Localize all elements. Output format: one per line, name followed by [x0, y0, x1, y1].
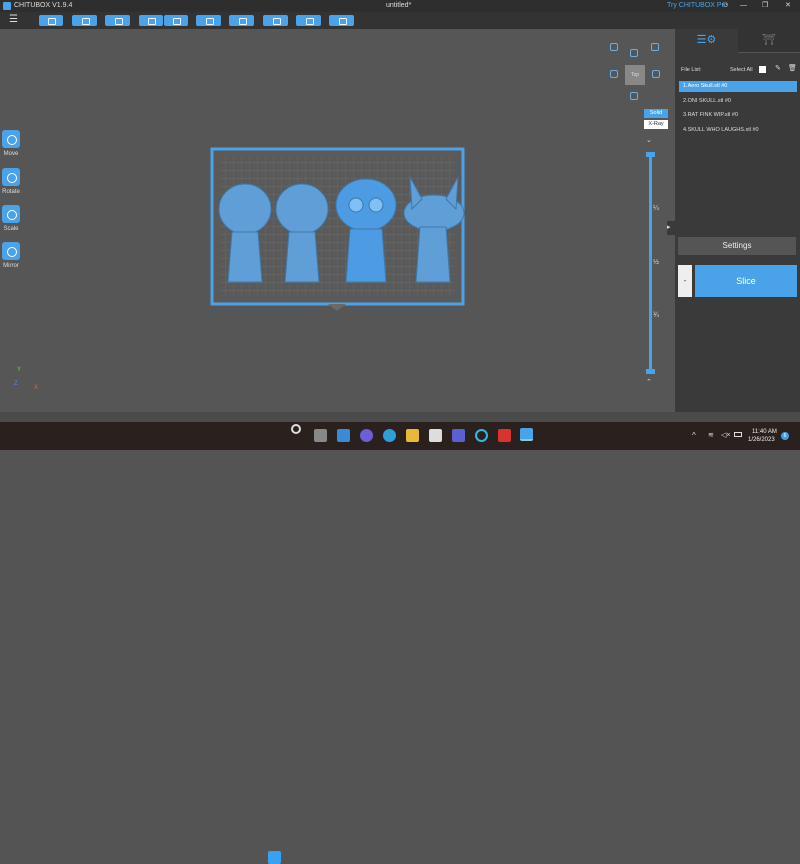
hollow-button[interactable]	[196, 15, 221, 26]
file-list-item[interactable]: 2.ONI SKULL.stl #0	[679, 96, 797, 107]
support-button[interactable]	[229, 15, 254, 26]
app-icon[interactable]	[452, 429, 465, 442]
edge-icon[interactable]	[383, 429, 396, 442]
settings-button[interactable]: Settings	[678, 237, 796, 255]
file-list-item[interactable]: 4.SKULL WHO LAUGHS.stl #0	[679, 125, 797, 136]
support-icon: ⛩	[762, 34, 776, 46]
move-tool[interactable]: Move	[1, 130, 21, 157]
mirror-icon	[2, 242, 20, 260]
tab-settings[interactable]: ☰⚙	[675, 29, 738, 52]
layer-slider-top-handle[interactable]	[646, 152, 655, 157]
rotate-label: Rotate	[2, 189, 20, 195]
rotate-tool[interactable]: Rotate	[1, 168, 21, 195]
scale-tool[interactable]: Scale	[1, 205, 21, 232]
trash-icon[interactable]: 🗑	[788, 64, 797, 72]
close-button[interactable]: ✕	[785, 0, 791, 12]
view-left-icon[interactable]	[610, 70, 618, 78]
layer-slider-track[interactable]	[649, 154, 652, 372]
mirror-label: Mirror	[3, 263, 19, 269]
widgets-icon[interactable]	[337, 429, 350, 442]
chat-icon[interactable]	[360, 429, 373, 442]
mirror-tool[interactable]: Mirror	[1, 242, 21, 269]
minus-button[interactable]: -	[678, 265, 692, 297]
file-list-item[interactable]: 3.RAT FINK WIP.stl #0	[679, 110, 797, 121]
chitubox-taskbar-icon[interactable]	[520, 428, 533, 441]
document-title: untitled*	[386, 2, 412, 9]
axis-y-label: Y	[17, 367, 22, 373]
slider-mark-three-quarter: ¾	[653, 312, 659, 319]
select-all-label: Select All	[730, 67, 753, 73]
clock-date[interactable]: 1/26/2023	[748, 437, 775, 443]
app-title: CHITUBOX V1.9.4	[14, 2, 73, 9]
move-label: Move	[3, 151, 19, 157]
file-list-item[interactable]: 1.Aero Skull.stl #0	[679, 81, 797, 92]
build-plate[interactable]	[210, 147, 466, 315]
volume-muted-icon[interactable]: ◁×	[721, 431, 730, 439]
file-list-title: File List:	[681, 67, 702, 73]
chevron-down-icon[interactable]: ⌄	[646, 136, 652, 144]
drain-hole-button[interactable]	[263, 15, 288, 26]
minimize-button[interactable]: —	[740, 0, 747, 12]
try-pro-link[interactable]: Try CHITUBOX Pro	[667, 0, 728, 12]
view-back-icon[interactable]	[630, 49, 638, 57]
start-icon[interactable]	[268, 851, 281, 864]
undo-button[interactable]	[139, 15, 163, 26]
alexa-icon[interactable]	[475, 429, 488, 442]
move-icon	[2, 130, 20, 148]
status-strip	[0, 412, 800, 422]
open-file-button[interactable]	[39, 15, 63, 26]
axis-z-label: Z	[14, 381, 18, 387]
eye-icon[interactable]	[651, 43, 659, 51]
home-view-icon[interactable]	[610, 43, 618, 51]
chevron-up-icon[interactable]: ⌃	[646, 378, 652, 386]
battery-icon[interactable]	[734, 432, 742, 437]
toolbar: ☰	[0, 12, 800, 29]
slider-mark-quarter: ¼	[653, 205, 659, 212]
scale-icon	[2, 205, 20, 223]
store-icon[interactable]	[429, 429, 442, 442]
menu-icon[interactable]: ☰	[9, 14, 18, 25]
notification-badge[interactable]: 6	[781, 432, 789, 440]
measure-button[interactable]	[329, 15, 354, 26]
search-icon[interactable]	[291, 424, 301, 434]
file-explorer-icon[interactable]	[406, 429, 419, 442]
clock-time[interactable]: 11:40 AM	[752, 429, 777, 435]
wifi-icon[interactable]: ≋	[708, 431, 714, 439]
tray-chevron-icon[interactable]: ^	[692, 431, 696, 440]
scale-label: Scale	[3, 226, 19, 232]
view-front-icon[interactable]	[630, 92, 638, 100]
account-icon[interactable]: ⚇	[722, 0, 728, 12]
layer-slider-bottom-handle[interactable]	[646, 369, 655, 374]
select-all-checkbox[interactable]	[759, 66, 766, 73]
taskbar: ^ ≋ ◁× 11:40 AM 1/26/2023 6	[0, 422, 800, 864]
title-bar: CHITUBOX V1.9.4 untitled* Try CHITUBOX P…	[0, 0, 800, 12]
view-top-button[interactable]: Top	[625, 65, 645, 85]
restore-button[interactable]: ❐	[762, 0, 768, 12]
auto-layout-button[interactable]	[105, 15, 130, 26]
mcafee-icon[interactable]	[498, 429, 511, 442]
3d-viewport[interactable]: Move Rotate Scale Mirror Top Solid X-Ray…	[0, 29, 675, 412]
export-button[interactable]	[72, 15, 97, 26]
view-right-icon[interactable]	[652, 70, 660, 78]
rotate-icon	[2, 168, 20, 186]
app-logo-icon	[3, 2, 11, 10]
file-settings-icon: ☰⚙	[696, 34, 717, 46]
tab-support[interactable]: ⛩	[738, 29, 800, 52]
collapse-panel-button[interactable]: ▸	[667, 221, 675, 235]
slider-mark-half: ½	[653, 259, 659, 266]
cut-button[interactable]	[296, 15, 321, 26]
slice-button[interactable]: Slice	[695, 265, 797, 297]
solid-view-button[interactable]: Solid	[644, 109, 668, 118]
xray-view-button[interactable]: X-Ray	[644, 120, 668, 129]
axis-x-label: X	[34, 385, 39, 391]
task-view-icon[interactable]	[314, 429, 327, 442]
redo-button[interactable]	[164, 15, 188, 26]
edit-icon[interactable]: ✎	[775, 64, 781, 72]
